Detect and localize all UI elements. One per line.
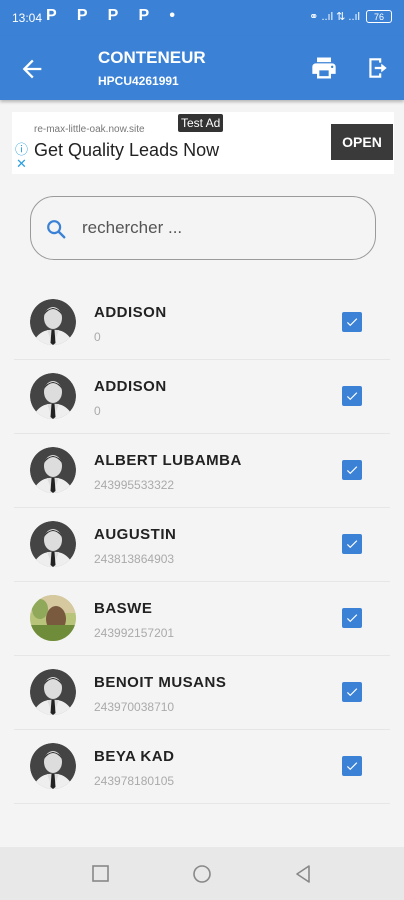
ad-url: re-max-little-oak.now.site xyxy=(34,124,145,135)
list-item[interactable]: ALBERT LUBAMBA 243995533322 xyxy=(14,434,390,508)
back-nav-button[interactable] xyxy=(293,864,313,884)
select-checkbox[interactable] xyxy=(342,756,362,776)
avatar xyxy=(30,521,76,567)
person-silhouette-icon xyxy=(30,669,76,715)
search-icon xyxy=(47,220,66,239)
contact-phone: 243978180105 xyxy=(94,774,175,788)
checkmark-icon xyxy=(346,392,358,401)
export-button[interactable] xyxy=(365,54,391,82)
exit-icon xyxy=(369,58,387,78)
contact-name: ALBERT LUBAMBA xyxy=(94,452,242,469)
contact-list: ADDISON 0 ADDISON 0 ALBERT LUBAMBA 24399… xyxy=(14,286,390,804)
contact-phone: 243995533322 xyxy=(94,478,175,492)
notification-icons: P P P P • xyxy=(46,7,183,24)
system-nav-bar xyxy=(0,847,404,900)
search-box[interactable] xyxy=(30,196,376,260)
list-item[interactable]: ADDISON 0 xyxy=(14,286,390,360)
avatar xyxy=(30,595,76,641)
app-bar: CONTENEUR HPCU4261991 xyxy=(0,36,404,100)
select-checkbox[interactable] xyxy=(342,682,362,702)
printer-icon xyxy=(312,57,336,79)
person-silhouette-icon xyxy=(30,743,76,789)
contact-phone: 0 xyxy=(94,404,101,418)
checkmark-icon xyxy=(346,688,358,697)
select-checkbox[interactable] xyxy=(342,460,362,480)
list-item[interactable]: AUGUSTIN 243813864903 xyxy=(14,508,390,582)
person-silhouette-icon xyxy=(30,521,76,567)
checkmark-icon xyxy=(346,318,358,327)
back-button[interactable] xyxy=(18,55,46,83)
contact-phone: 243813864903 xyxy=(94,552,175,566)
select-checkbox[interactable] xyxy=(342,386,362,406)
select-checkbox[interactable] xyxy=(342,534,362,554)
page-title: CONTENEUR xyxy=(98,48,206,67)
select-checkbox[interactable] xyxy=(342,312,362,332)
person-silhouette-icon xyxy=(30,447,76,493)
signal-icons: ⚭ ..ıl ⇅ ..ıl xyxy=(309,11,360,23)
checkmark-icon xyxy=(346,540,358,549)
contact-name: BASWE xyxy=(94,600,153,617)
checkmark-icon xyxy=(346,614,358,623)
contact-phone: 0 xyxy=(94,330,101,344)
contact-name: AUGUSTIN xyxy=(94,526,177,543)
ad-banner[interactable]: re-max-little-oak.now.site Test Ad ⓘ ✕ G… xyxy=(12,112,394,174)
test-ad-badge: Test Ad xyxy=(178,114,224,132)
person-silhouette-icon xyxy=(30,299,76,345)
ad-headline[interactable]: Get Quality Leads Now xyxy=(34,140,219,161)
list-item[interactable]: ADDISON 0 xyxy=(14,360,390,434)
contact-phone: 243992157201 xyxy=(94,626,175,640)
status-right: ⚭ ..ıl ⇅ ..ıl 76 xyxy=(309,10,392,23)
home-button[interactable] xyxy=(192,864,212,884)
checkmark-icon xyxy=(346,466,358,475)
battery-icon: 76 xyxy=(366,10,392,23)
checkmark-icon xyxy=(346,762,358,771)
print-button[interactable] xyxy=(310,54,338,82)
avatar xyxy=(30,743,76,789)
status-bar: 13:04 P P P P • ⚭ ..ıl ⇅ ..ıl 76 xyxy=(0,0,404,36)
status-time: 13:04 xyxy=(12,11,43,25)
select-checkbox[interactable] xyxy=(342,608,362,628)
recents-button[interactable] xyxy=(91,864,111,884)
contact-name: ADDISON xyxy=(94,378,167,395)
contact-name: ADDISON xyxy=(94,304,167,321)
list-item[interactable]: BENOIT MUSANS 243970038710 xyxy=(14,656,390,730)
container-number: HPCU4261991 xyxy=(98,74,179,88)
title-block: CONTENEUR HPCU4261991 xyxy=(98,48,206,88)
contact-photo xyxy=(30,595,76,641)
search-input[interactable] xyxy=(82,215,362,241)
ad-open-button[interactable]: OPEN xyxy=(331,124,393,160)
list-item[interactable]: BASWE 243992157201 xyxy=(14,582,390,656)
close-icon[interactable]: ✕ xyxy=(16,156,27,172)
arrow-left-icon xyxy=(22,59,42,79)
person-silhouette-icon xyxy=(30,373,76,419)
avatar xyxy=(30,669,76,715)
contact-name: BENOIT MUSANS xyxy=(94,674,227,691)
list-item[interactable]: BEYA KAD 243978180105 xyxy=(14,730,390,804)
contact-phone: 243970038710 xyxy=(94,700,175,714)
avatar xyxy=(30,447,76,493)
avatar xyxy=(30,299,76,345)
contact-name: BEYA KAD xyxy=(94,748,175,765)
avatar xyxy=(30,373,76,419)
